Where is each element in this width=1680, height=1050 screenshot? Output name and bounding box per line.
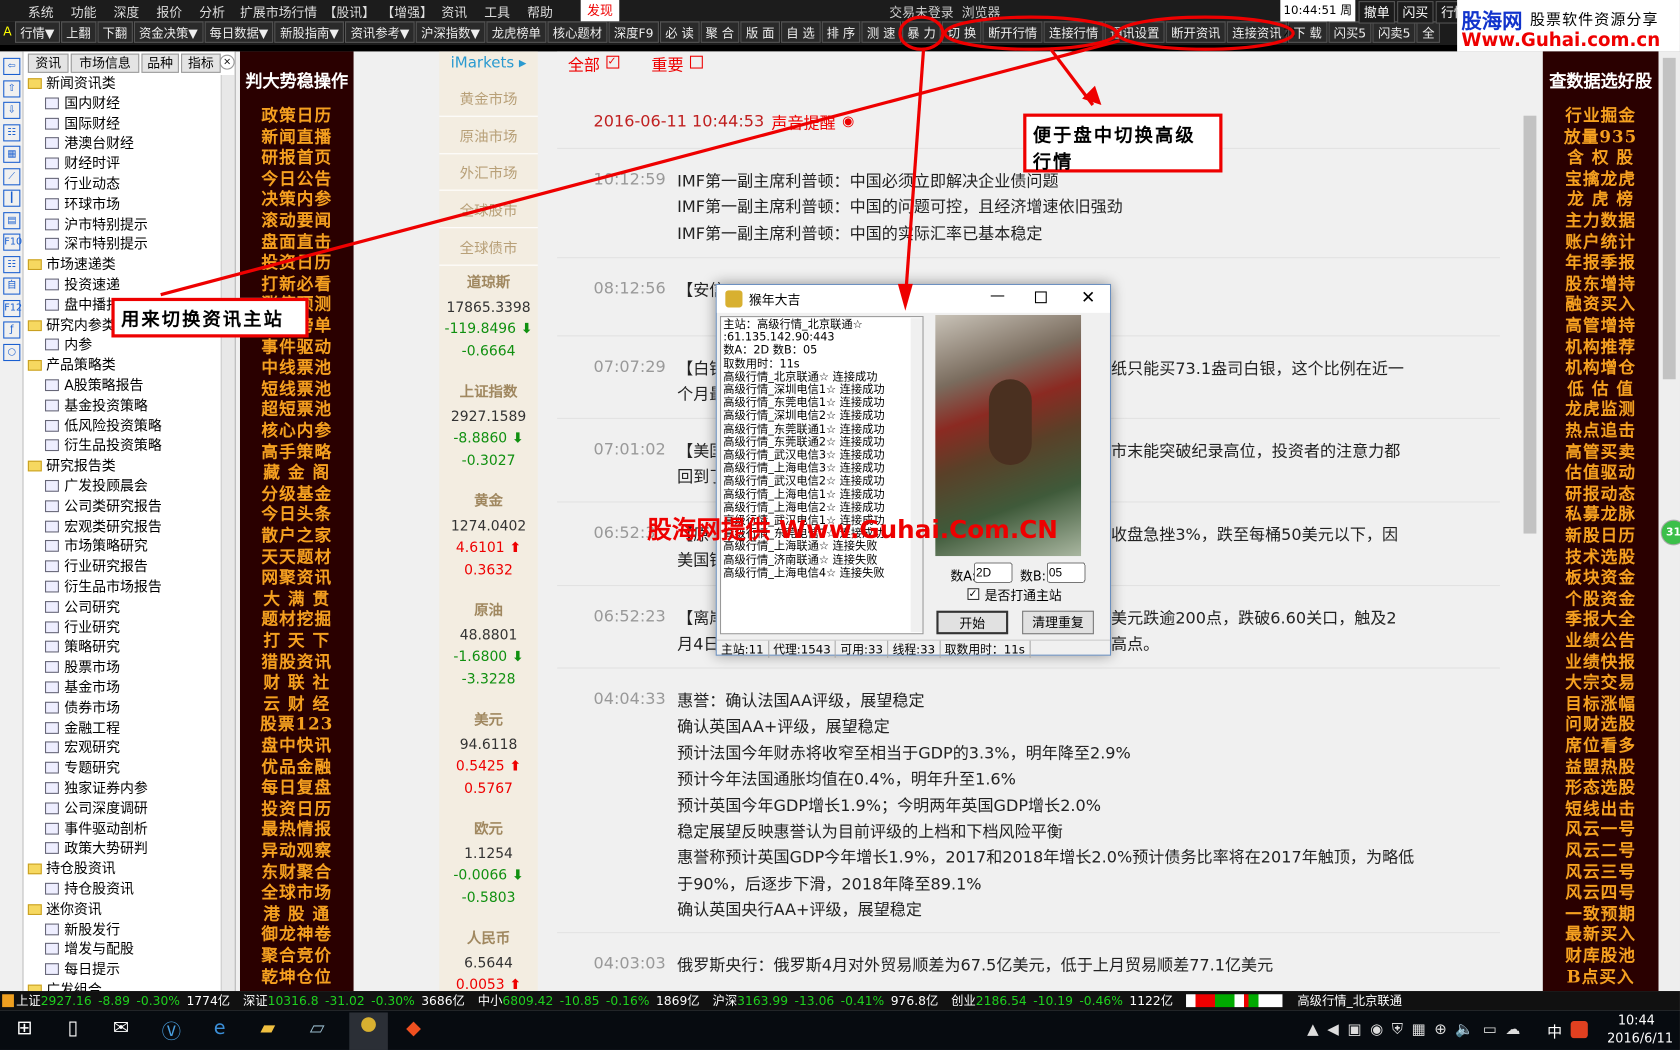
index-field: -0.16% <box>605 993 650 1009</box>
current-server: 高级行情_北京联通 <box>1297 993 1403 1009</box>
index-field: 2186.54 <box>975 993 1027 1009</box>
system-tray-icons[interactable]: ▲◀▣◉⛨▦⊕🔈▭☁ <box>1307 1021 1529 1038</box>
notepad-icon[interactable]: ▱ <box>303 1017 331 1043</box>
ie-browser-icon[interactable]: e <box>206 1017 234 1043</box>
app-v-icon[interactable]: Ⓥ <box>157 1017 185 1043</box>
callout-news-switch: 用来切换资讯主站 <box>111 297 309 338</box>
monkey-app-taskbar-icon[interactable]: ● <box>349 1012 388 1050</box>
index-field: 2927.16 <box>40 993 92 1009</box>
callout-quote-switch: 便于盘中切换高级行情 <box>1023 113 1223 174</box>
index-field: 6809.42 <box>502 993 554 1009</box>
index-4[interactable]: 创业2186.54 -10.19 -0.46% 1122亿 <box>951 993 1179 1008</box>
start-windows-icon[interactable]: ⊞ <box>11 1017 39 1043</box>
ime-indicator[interactable]: 中 <box>1547 1021 1562 1042</box>
index-field: 1774亿 <box>186 993 231 1009</box>
annotation-ellipse-news <box>1115 15 1295 51</box>
annotation-arrow-left <box>160 39 1121 297</box>
annotation-overlay <box>160 15 1295 311</box>
index-1[interactable]: 深证10316.8 -31.02 -0.30% 3686亿 <box>243 993 471 1008</box>
annotation-ellipse-baoli <box>898 15 945 51</box>
index-2[interactable]: 中小6809.42 -10.85 -0.16% 1869亿 <box>478 993 706 1008</box>
index-field: -0.41% <box>840 993 885 1009</box>
windows-taskbar: ⊞ ▯ ✉ Ⓥ e ▰ ▱ ● ◆ ▲◀▣◉⛨▦⊕🔈▭☁ 中 10:44 201… <box>0 1010 1680 1050</box>
index-field: 10316.8 <box>267 993 319 1009</box>
index-field: 中小 <box>477 993 503 1009</box>
index-0[interactable]: 上证2927.16 -8.89 -0.30% 1774亿 <box>16 993 236 1008</box>
index-field: 976.8亿 <box>890 993 939 1009</box>
status-icon <box>2 994 14 1008</box>
index-field: 1122亿 <box>1129 993 1174 1009</box>
taskbar-date: 2016/6/11 <box>1607 1030 1674 1046</box>
annotation-arrow-down <box>903 49 926 301</box>
task-view-icon[interactable]: ▯ <box>59 1017 87 1043</box>
index-field: 上证 <box>16 993 41 1009</box>
mail-icon[interactable]: ✉ <box>107 1017 135 1043</box>
index-field: -0.46% <box>1079 993 1123 1009</box>
file-explorer-icon[interactable]: ▰ <box>254 1017 282 1043</box>
index-field: -8.89 <box>98 993 130 1009</box>
index-field: -0.30% <box>136 993 181 1009</box>
quote-strength-meter <box>1185 994 1283 1008</box>
index-field: 3686亿 <box>421 993 465 1009</box>
index-field: 深证 <box>242 993 268 1009</box>
index-field: -10.19 <box>1033 993 1073 1009</box>
index-field: -13.06 <box>794 993 835 1009</box>
index-status-bar: 上证2927.16 -8.89 -0.30% 1774亿 深证10316.8 -31.02… <box>0 991 1680 1011</box>
index-field: 1869亿 <box>655 993 700 1009</box>
taskbar-time: 10:44 <box>1617 1012 1655 1028</box>
sogou-icon[interactable] <box>1570 1021 1588 1039</box>
index-field: 3163.99 <box>737 993 789 1009</box>
index-field: 沪深 <box>712 993 738 1009</box>
index-field: -31.02 <box>325 993 365 1009</box>
app-window: 系统 功能 深度 报价 分析 扩展市场行情 【股讯】 【增强】 资讯 工具 帮助 发现 A 行情▼ 上翻下… <box>0 0 1680 1050</box>
index-field: -10.85 <box>559 993 600 1009</box>
stock-app-taskbar-icon[interactable]: ◆ <box>400 1017 428 1043</box>
index-field: 创业 <box>951 993 976 1009</box>
index-3[interactable]: 沪深3163.99 -13.06 -0.41% 976.8亿 <box>712 993 944 1008</box>
index-field: -0.30% <box>371 993 415 1009</box>
annotation-ellipse-quote <box>943 15 1119 51</box>
